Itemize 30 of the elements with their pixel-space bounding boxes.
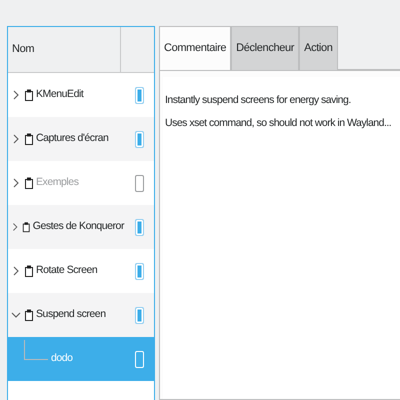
tree-row[interactable]: Gestes de Konqueror: [8, 205, 154, 249]
enable-checkbox[interactable]: [134, 218, 144, 236]
clipboard-icon: [22, 221, 31, 233]
clipboard-icon: [24, 309, 34, 321]
column-header[interactable]: Nom: [12, 41, 34, 58]
enable-checkbox[interactable]: [134, 130, 144, 148]
item-label: dodo: [51, 351, 73, 366]
enable-checkbox[interactable]: [134, 86, 144, 104]
tab[interactable]: Commentaire: [159, 26, 232, 70]
tree-row[interactable]: KMenuEdit: [8, 73, 154, 117]
item-label: Suspend screen: [36, 307, 106, 322]
clipboard-icon: [24, 133, 34, 145]
item-label: KMenuEdit: [36, 87, 84, 102]
tree-row[interactable]: Captures d'écran: [8, 117, 154, 161]
comment-line: Instantly suspend screens for energy saving.: [165, 93, 352, 108]
enable-checkbox[interactable]: [134, 306, 144, 324]
comment-line: Uses xset command, so should not work in Wayland...: [165, 116, 392, 131]
item-label: Exemples: [36, 175, 79, 190]
enable-checkbox[interactable]: [134, 262, 144, 280]
tab[interactable]: Action: [299, 26, 338, 70]
item-label: Gestes de Konqueror: [32, 219, 124, 234]
clipboard-icon: [24, 89, 34, 101]
clipboard-icon: [24, 265, 34, 277]
tree-row[interactable]: Rotate Screen: [8, 249, 154, 293]
item-label: Captures d'écran: [36, 131, 108, 146]
tab[interactable]: Déclencheur: [231, 26, 300, 70]
tree-row[interactable]: Suspend screen: [8, 293, 154, 337]
item-label: Rotate Screen: [36, 263, 98, 278]
clipboard-icon: [24, 177, 34, 189]
enable-checkbox[interactable]: [134, 174, 144, 192]
